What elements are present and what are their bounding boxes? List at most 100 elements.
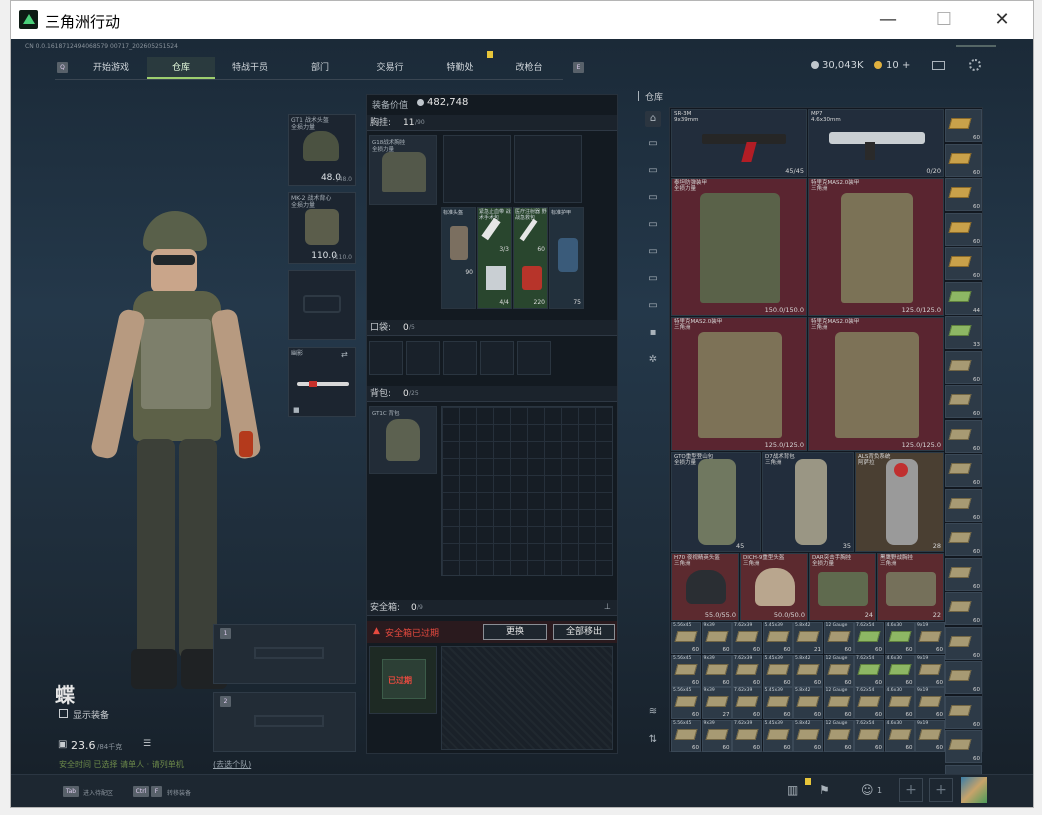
pin-icon[interactable]: ⊥	[604, 602, 611, 611]
category-ammo-icon[interactable]: ▭	[645, 244, 661, 260]
wh-ammo-item[interactable]: 4.6x30 60	[884, 687, 915, 719]
add-teammate-button-2[interactable]: +	[929, 778, 953, 802]
category-helmet-icon[interactable]: ▭	[645, 190, 661, 206]
wh-helmet-2[interactable]: DICH-9重型头盔 三角洲 50.0/50.0	[740, 553, 808, 621]
wh-right-item[interactable]: 60	[945, 730, 982, 763]
wh-right-item[interactable]: 60	[945, 661, 982, 694]
layers-icon[interactable]: ≋	[645, 704, 661, 720]
flag-icon[interactable]: ⚑	[819, 783, 830, 797]
safebox-slot[interactable]: 已过期	[369, 646, 437, 714]
mail-icon[interactable]	[932, 61, 945, 70]
tab-department[interactable]: 部门	[285, 57, 355, 79]
wh-armor-3[interactable]: 特里克MAS2.0装甲 三角洲 125.0/125.0	[671, 317, 807, 451]
wh-ammo-item[interactable]: 5.56x45 60	[671, 719, 701, 752]
wh-weapon-sr3m[interactable]: SR-3M 9x39mm 45/45	[671, 109, 807, 177]
maximize-button[interactable]: ☐	[921, 5, 967, 35]
wh-pack-1[interactable]: GTO重型登山包 全损力量 45	[671, 452, 761, 552]
wh-ammo-item[interactable]: 7.62x54 60	[854, 622, 884, 654]
wh-rig-1[interactable]: DAR突击手胸挂 全损力量 24	[809, 553, 876, 621]
armor-slot[interactable]: MK-2 战术背心 全损力量 110.0 /110.0	[288, 192, 356, 264]
warehouse-home-icon[interactable]: ⌂	[645, 111, 661, 127]
move-all-button[interactable]: 全部移出	[553, 624, 615, 640]
category-settings-icon[interactable]: ✲	[645, 352, 661, 368]
wh-weapon-mp7[interactable]: MP7 4.6x30mm 0/20	[808, 109, 944, 177]
wh-ammo-item[interactable]: 5.8x42 60	[793, 654, 823, 687]
wh-ammo-item[interactable]: 5.45x39 60	[762, 622, 793, 654]
tab-trading[interactable]: 交易行	[355, 57, 425, 79]
wh-ammo-item[interactable]: 5.45x39 60	[762, 654, 793, 687]
category-weapons-icon[interactable]: ▭	[645, 136, 661, 152]
wh-right-item[interactable]: 44	[945, 281, 982, 315]
chest-item-helmet[interactable]: 标准头盔 90	[441, 207, 476, 309]
pocket-slot-2[interactable]	[406, 341, 440, 375]
wh-ammo-item[interactable]: 9x19 60	[915, 719, 945, 752]
wh-right-item[interactable]: 60	[945, 385, 982, 418]
wh-right-item[interactable]: 60	[945, 454, 982, 487]
f-key[interactable]: F	[151, 786, 162, 797]
wh-right-item[interactable]: 60	[945, 695, 982, 729]
wh-ammo-item[interactable]: 5.8x42 21	[793, 622, 823, 654]
stats-icon[interactable]: ▥	[787, 783, 798, 797]
tab-key[interactable]: Tab	[63, 786, 79, 797]
settings-gear-icon[interactable]	[969, 59, 981, 71]
category-misc-icon[interactable]: ▭	[645, 298, 661, 314]
pocket-slot-1[interactable]	[369, 341, 403, 375]
wh-ammo-item[interactable]: 7.62x39 60	[732, 719, 762, 752]
wh-right-item[interactable]: 60	[945, 178, 982, 211]
minimize-button[interactable]: —	[865, 5, 911, 35]
pocket-slot-5[interactable]	[517, 341, 551, 375]
melee-slot[interactable]: 幽影 ⇄ ■	[288, 347, 356, 417]
primary-weapon-slot[interactable]: 1	[213, 624, 356, 684]
wh-right-item[interactable]: 60	[945, 592, 982, 625]
chest-item-medkit[interactable]: 紧急止血带 战术手术包 3/3 4/4	[477, 207, 512, 309]
pocket-slot-3[interactable]	[443, 341, 477, 375]
wh-ammo-item[interactable]: 9x19 60	[915, 654, 945, 687]
tab-start-game[interactable]: 开始游戏	[75, 57, 147, 79]
wh-ammo-item[interactable]: 12 Gauge 60	[823, 687, 854, 719]
chest-grid-a[interactable]	[443, 135, 511, 203]
secondary-weapon-slot[interactable]: 2	[213, 692, 356, 752]
wh-ammo-item[interactable]: 9x39 60	[701, 654, 732, 687]
wh-ammo-item[interactable]: 5.56x45 60	[671, 622, 701, 654]
ctrl-key[interactable]: Ctrl	[133, 786, 149, 797]
wh-right-item[interactable]: 60	[945, 212, 982, 246]
wh-ammo-item[interactable]: 12 Gauge 60	[823, 622, 854, 654]
wh-ammo-item[interactable]: 12 Gauge 60	[823, 654, 854, 687]
swap-icon[interactable]: ⇄	[341, 350, 348, 359]
player-avatar[interactable]	[961, 777, 987, 803]
wh-right-item[interactable]: 60	[945, 626, 982, 660]
wh-ammo-item[interactable]: 9x39 60	[701, 719, 732, 752]
nav-prev-key[interactable]: Q	[57, 62, 68, 73]
wh-right-item[interactable]: 60	[945, 488, 982, 522]
wh-rig-2[interactable]: 黑鹰野战胸挂 三角洲 22	[877, 553, 944, 621]
category-armor-icon[interactable]: ▭	[645, 163, 661, 179]
wh-ammo-item[interactable]: 12 Gauge 60	[823, 719, 854, 752]
helmet-slot[interactable]: GT1 战术头盔 全损力量 48.0 /48.0	[288, 114, 356, 186]
wh-helmet-1[interactable]: H70 夜视精英头盔 三角洲 55.0/55.0	[671, 553, 739, 621]
friends-icon[interactable]: ☺	[861, 783, 874, 797]
wh-armor-2[interactable]: 特里克MAS2.0装甲 三角洲 125.0/125.0	[808, 178, 944, 316]
wh-right-item[interactable]: 60	[945, 247, 982, 280]
sort-icon[interactable]: ⇅	[645, 732, 661, 748]
show-equipment-checkbox[interactable]	[59, 709, 68, 718]
wh-right-item[interactable]: 60	[945, 109, 982, 142]
wh-ammo-item[interactable]: 9x39 27	[701, 687, 732, 719]
wh-ammo-item[interactable]: 7.62x39 60	[732, 622, 762, 654]
chest-grid-b[interactable]	[514, 135, 582, 203]
wh-ammo-item[interactable]: 7.62x39 60	[732, 687, 762, 719]
chest-rig-slot[interactable]: G18战术胸挂 全损力量	[369, 135, 437, 205]
wh-ammo-item[interactable]: 9x19 60	[915, 687, 945, 719]
tab-operators[interactable]: 特战干员	[215, 57, 285, 79]
category-backpack-icon[interactable]: ▭	[645, 217, 661, 233]
wh-right-item[interactable]: 33	[945, 316, 982, 349]
add-currency-button[interactable]: +	[902, 60, 910, 71]
wh-ammo-item[interactable]: 5.56x45 60	[671, 687, 701, 719]
category-lock-icon[interactable]: ▪	[645, 325, 661, 341]
wh-ammo-item[interactable]: 7.62x54 60	[854, 719, 884, 752]
wh-ammo-item[interactable]: 5.8x42 60	[793, 719, 823, 752]
wh-ammo-item[interactable]: 5.56x45 60	[671, 654, 701, 687]
wh-armor-1[interactable]: 泰坦防弹装甲 全损力量 150.0/150.0	[671, 178, 807, 316]
pistol-slot[interactable]	[288, 270, 356, 340]
chest-item-injector[interactable]: 医疗注射器 野战急救包 60 220	[513, 207, 548, 309]
wh-ammo-item[interactable]: 9x39 60	[701, 622, 732, 654]
